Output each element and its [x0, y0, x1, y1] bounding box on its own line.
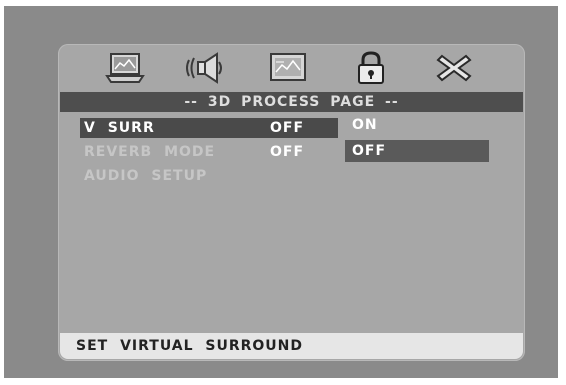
option-on[interactable]: ON	[345, 114, 489, 136]
general-setup-icon[interactable]	[103, 50, 147, 86]
audio-setup-icon[interactable]	[183, 50, 227, 86]
menu-item-v-surr[interactable]: V SURR OFF	[80, 118, 338, 138]
menu-item-audio-setup[interactable]: AUDIO SETUP	[80, 166, 338, 186]
menu-item-value: OFF	[270, 144, 305, 160]
option-off[interactable]: OFF	[345, 140, 489, 162]
menu-item-label: REVERB MODE	[84, 144, 216, 160]
setup-menu-panel: -- 3D PROCESS PAGE -- V SURR OFF REVERB …	[58, 44, 525, 361]
status-text: SET VIRTUAL SURROUND	[76, 338, 304, 354]
menu-item-label: V SURR	[84, 120, 155, 136]
option-label: OFF	[352, 143, 387, 159]
option-label: ON	[352, 117, 378, 133]
category-icon-bar	[58, 44, 525, 90]
tv-screen: -- 3D PROCESS PAGE -- V SURR OFF REVERB …	[4, 6, 558, 378]
lock-icon[interactable]	[349, 50, 393, 86]
page-title: -- 3D PROCESS PAGE --	[60, 92, 523, 112]
exit-icon[interactable]	[432, 50, 476, 86]
menu-item-reverb-mode[interactable]: REVERB MODE OFF	[80, 142, 338, 162]
status-bar: SET VIRTUAL SURROUND	[60, 333, 523, 359]
video-setup-icon[interactable]	[266, 50, 310, 86]
menu-item-value: OFF	[270, 120, 305, 136]
menu-item-label: AUDIO SETUP	[84, 168, 208, 184]
